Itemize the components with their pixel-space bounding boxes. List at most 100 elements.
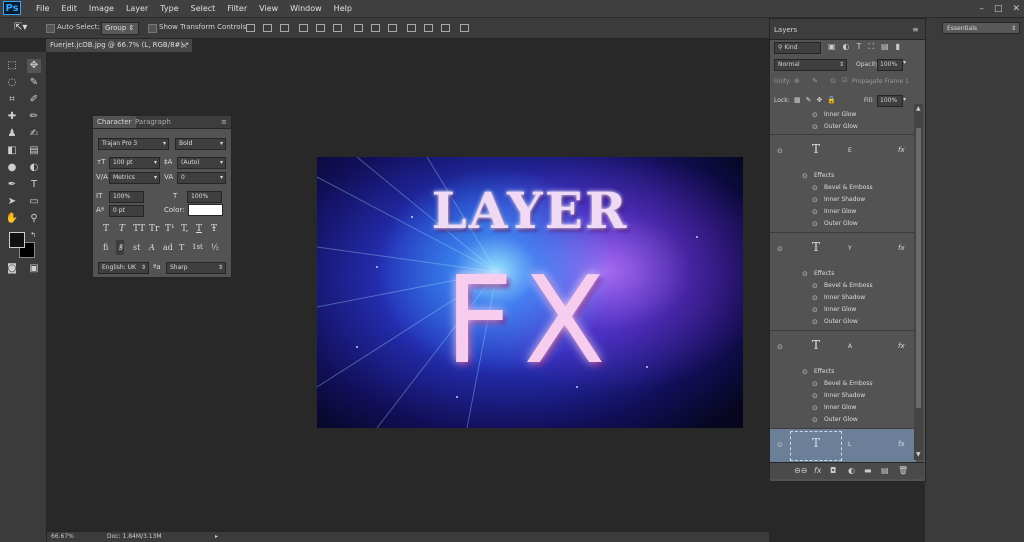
auto-select-checkbox[interactable] — [46, 24, 55, 33]
eye-icon[interactable]: ⊙ — [812, 282, 818, 290]
scroll-up-icon[interactable]: ▲ — [916, 105, 921, 112]
eye-icon[interactable]: ⊙ — [812, 392, 818, 400]
menu-select[interactable]: Select — [185, 0, 222, 17]
menu-window[interactable]: Window — [284, 0, 328, 17]
vertical-scale-field[interactable]: 100% — [109, 191, 144, 203]
shape-tool-icon[interactable]: ▭ — [27, 195, 41, 209]
fx-icon[interactable]: fx — [898, 440, 905, 448]
layers-tab[interactable]: Layers — [774, 26, 797, 34]
blend-mode-dropdown[interactable]: Normal ⇕ — [774, 59, 847, 71]
move-tool-icon[interactable]: ✥ — [27, 59, 41, 73]
path-select-tool-icon[interactable]: ➤ — [5, 195, 19, 209]
eye-icon[interactable]: ⊙ — [812, 196, 818, 204]
foreground-color-swatch[interactable] — [9, 232, 25, 248]
contextual-alternates-button[interactable]: ꝸ — [116, 240, 125, 255]
status-menu-icon[interactable]: ▸ — [215, 532, 218, 542]
panel-menu-icon[interactable]: ≡ — [912, 25, 919, 34]
layer-name[interactable]: L — [848, 441, 851, 448]
close-button[interactable]: ✕ — [1012, 4, 1020, 14]
all-caps-button[interactable]: TT — [133, 224, 145, 234]
fx-icon[interactable]: fx — [898, 146, 905, 154]
underline-button[interactable]: T — [196, 224, 202, 234]
show-transform-checkbox[interactable] — [148, 24, 157, 33]
eye-icon[interactable]: ⊙ — [812, 111, 818, 119]
eye-icon[interactable]: ⊙ — [812, 220, 818, 228]
adjustment-layer-icon[interactable]: ◐ — [848, 466, 855, 475]
distribute-top-icon[interactable] — [354, 24, 363, 32]
dodge-tool-icon[interactable]: ◐ — [27, 161, 41, 175]
auto-select-dropdown[interactable]: Group ⇕ — [101, 22, 139, 35]
align-top-icon[interactable] — [246, 24, 255, 32]
propagate-checkbox[interactable]: ☑ — [842, 77, 847, 84]
hand-tool-icon[interactable]: ✋ — [5, 212, 19, 226]
close-tab-icon[interactable]: × — [181, 39, 188, 52]
clone-stamp-tool-icon[interactable]: ♟ — [5, 127, 19, 141]
eraser-tool-icon[interactable]: ◧ — [5, 144, 19, 158]
swash-button[interactable]: A — [149, 243, 155, 252]
eye-icon[interactable]: ⊙ — [802, 368, 808, 376]
superscript-button[interactable]: T¹ — [165, 224, 175, 234]
distribute-vcenter-icon[interactable] — [371, 24, 380, 32]
document-canvas[interactable]: LAYER FX — [317, 157, 743, 428]
eye-icon[interactable]: ⊙ — [812, 404, 818, 412]
fill-slider-icon[interactable]: ▾ — [903, 96, 906, 103]
distribute-right-icon[interactable] — [441, 24, 450, 32]
document-tab[interactable]: Fuerjet.jcOB.jpg @ 66.7% (L, RGB/8#) * — [46, 39, 192, 52]
font-family-dropdown[interactable]: Trajan Pro 3 ▾ — [98, 138, 169, 150]
align-hcenter-icon[interactable] — [316, 24, 325, 32]
quick-mask-icon[interactable]: ◙ — [5, 262, 19, 276]
marquee-tool-icon[interactable]: ⬚ — [5, 59, 19, 73]
menu-filter[interactable]: Filter — [221, 0, 253, 17]
lock-icons[interactable]: ▦✎✥🔒 — [794, 96, 841, 104]
stylistic-alternates-button[interactable]: ad — [163, 243, 173, 252]
tab-character[interactable]: Character — [93, 116, 136, 128]
menu-help[interactable]: Help — [328, 0, 358, 17]
tab-paragraph[interactable]: Paragraph — [131, 116, 175, 128]
baseline-shift-field[interactable]: 0 pt — [109, 205, 144, 217]
menu-layer[interactable]: Layer — [120, 0, 154, 17]
crop-tool-icon[interactable]: ⌗ — [5, 93, 19, 107]
zoom-tool-icon[interactable]: ⚲ — [27, 212, 41, 226]
visibility-eye-icon[interactable]: ⊙ — [777, 245, 783, 253]
eye-icon[interactable]: ⊙ — [812, 416, 818, 424]
eye-icon[interactable]: ⊙ — [812, 380, 818, 388]
brush-tool-icon[interactable]: ✏ — [27, 110, 41, 124]
fx-icon[interactable]: fx — [898, 244, 905, 252]
ordinals-button[interactable]: 1st — [192, 243, 203, 251]
panel-menu-icon[interactable]: ≡ — [217, 116, 231, 128]
healing-brush-tool-icon[interactable]: ✚ — [5, 110, 19, 124]
discretionary-ligatures-button[interactable]: st — [133, 243, 140, 252]
leading-field[interactable]: (Auto) ▾ — [177, 157, 226, 169]
faux-bold-button[interactable]: T — [103, 224, 109, 234]
opacity-field[interactable]: 100% — [877, 59, 903, 71]
add-mask-icon[interactable]: ◘ — [830, 466, 836, 475]
layer-row-a[interactable]: ⊙ T A fx ⊙ Effects ⊙ Bevel & Emboss ⊙ In… — [770, 331, 916, 427]
gradient-tool-icon[interactable]: ▤ — [27, 144, 41, 158]
new-layer-icon[interactable]: ▤ — [881, 466, 889, 475]
standard-ligatures-button[interactable]: fi — [103, 243, 108, 252]
align-left-icon[interactable] — [299, 24, 308, 32]
screen-mode-icon[interactable]: ▣ — [27, 262, 41, 276]
visibility-eye-icon[interactable]: ⊙ — [777, 343, 783, 351]
fractions-button[interactable]: ½ — [211, 243, 219, 252]
align-right-icon[interactable] — [333, 24, 342, 32]
faux-italic-button[interactable]: T — [119, 224, 125, 234]
distribute-left-icon[interactable] — [407, 24, 416, 32]
small-caps-button[interactable]: Tr — [149, 224, 159, 234]
auto-align-icon[interactable] — [460, 24, 469, 32]
layer-filter-icons[interactable]: ▣◐T⛶▤▮ — [828, 42, 907, 52]
eye-icon[interactable]: ⊙ — [812, 294, 818, 302]
move-tool-preset-icon[interactable]: ⇱▾ — [14, 22, 27, 33]
workspace-switcher[interactable]: Essentials ⇕ — [942, 22, 1020, 34]
layer-row-l[interactable]: ⊙ T L fx — [770, 429, 916, 465]
blur-tool-icon[interactable]: ● — [5, 161, 19, 175]
eyedropper-tool-icon[interactable]: ✐ — [27, 93, 41, 107]
layer-name[interactable]: E — [848, 147, 852, 154]
distribute-hcenter-icon[interactable] — [424, 24, 433, 32]
minimize-button[interactable]: – — [979, 4, 984, 14]
zoom-level[interactable]: 66.67% — [51, 532, 74, 542]
scroll-down-icon[interactable]: ▼ — [916, 451, 921, 458]
eye-icon[interactable]: ⊙ — [812, 184, 818, 192]
titling-alternates-button[interactable]: T — [179, 243, 184, 252]
layer-name[interactable]: A — [848, 343, 852, 350]
